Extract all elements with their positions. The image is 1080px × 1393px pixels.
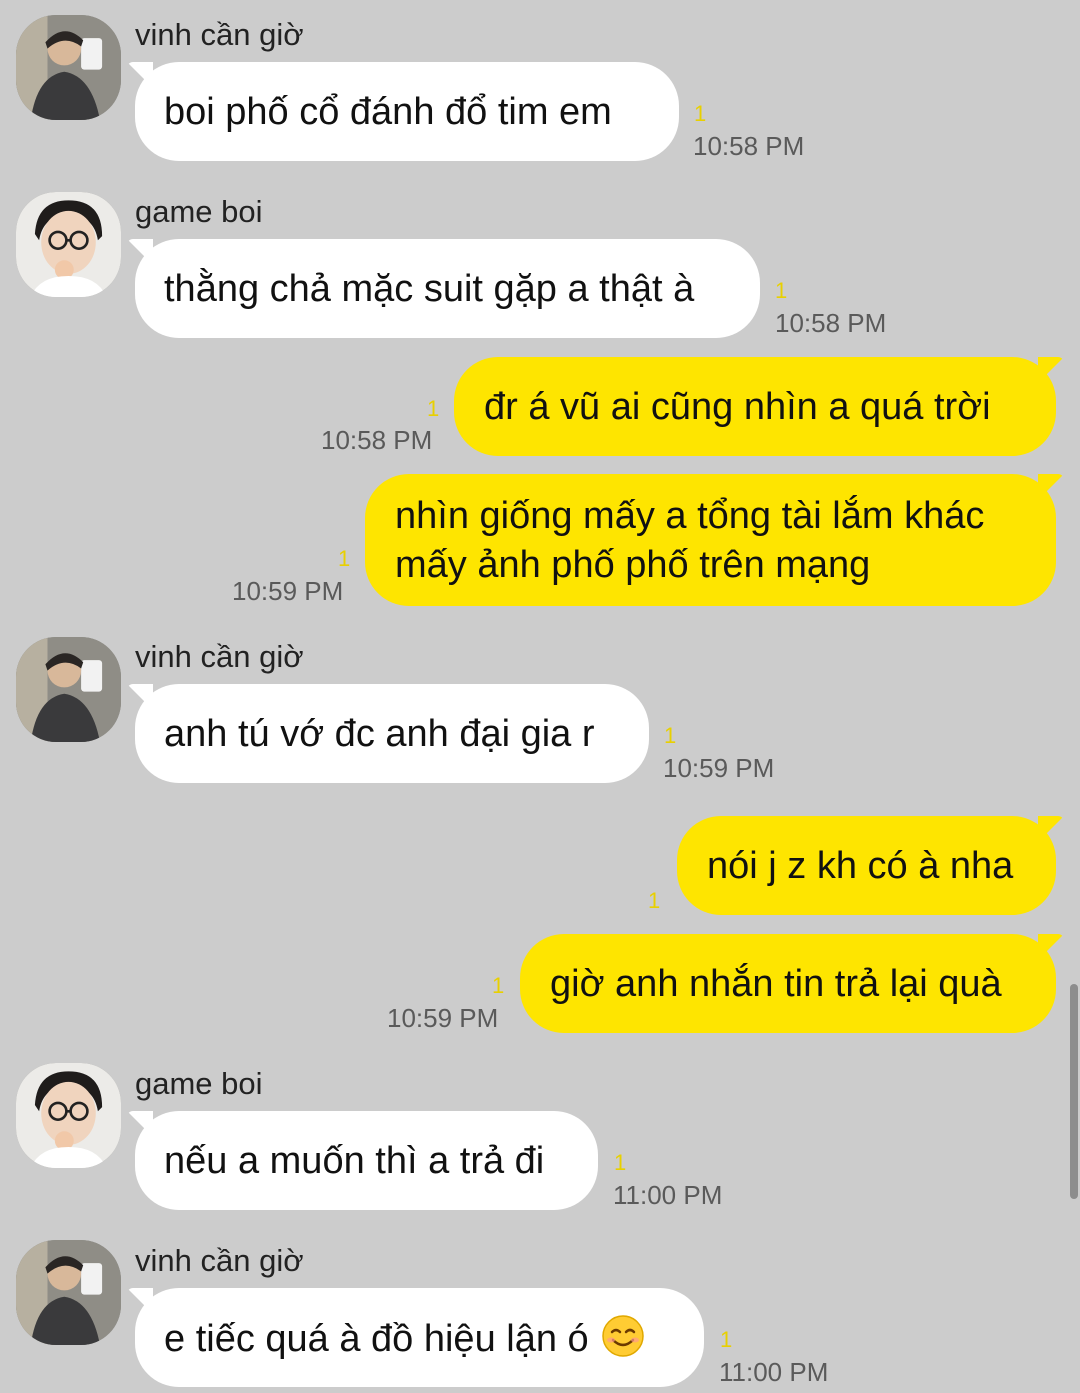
message-bubble-incoming[interactable]: boi phố cổ đánh đổ tim em [135,62,679,161]
avatar-game-boi-photo-icon [16,192,121,297]
message-bubble-outgoing[interactable]: giờ anh nhắn tin trả lại quà [520,934,1056,1033]
message-timestamp: 10:58 PM [693,131,805,161]
chat-thread[interactable]: vinh cần giờ boi phố cổ đánh đổ tim em 1… [0,0,1080,1393]
message-timestamp: 10:59 PM [387,1003,499,1033]
unread-count: 1 [427,396,440,421]
message-text-line: nhìn giống mấy a tổng tài lắm khác [395,495,985,537]
message-text: boi phố cổ đánh đổ tim em [164,91,612,133]
unread-count: 1 [720,1327,733,1352]
message-text-line: mấy ảnh phố phố trên mạng [395,544,871,586]
avatar-game-boi[interactable] [16,1063,121,1168]
scrollbar-thumb[interactable] [1070,984,1078,1199]
unread-count: 1 [614,1150,627,1175]
unread-count: 1 [338,546,351,571]
avatar-vinh-photo-icon [16,637,121,742]
message-timestamp: 10:58 PM [775,308,887,338]
message-bubble-incoming[interactable]: nếu a muốn thì a trả đi [135,1111,598,1210]
unread-count: 1 [664,723,677,748]
message-timestamp: 10:58 PM [321,425,433,455]
message-text: thằng chả mặc suit gặp a thật à [164,268,695,310]
message-text: nếu a muốn thì a trả đi [164,1140,545,1182]
message-text: nói j z kh có à nha [707,845,1014,887]
avatar-game-boi[interactable] [16,192,121,297]
message-bubble-outgoing[interactable]: đr á vũ ai cũng nhìn a quá trời [454,357,1056,456]
sender-name: vinh cần giờ [135,17,304,52]
message-bubble-outgoing[interactable]: nói j z kh có à nha [677,816,1056,915]
message-timestamp: 10:59 PM [232,576,344,606]
unread-count: 1 [775,278,788,303]
avatar-vinh-photo-icon [16,1240,121,1345]
avatar-vinh[interactable] [16,15,121,120]
message-timestamp: 11:00 PM [719,1357,829,1387]
message-bubble-incoming[interactable]: thằng chả mặc suit gặp a thật à [135,239,760,338]
sender-name: vinh cần giờ [135,639,304,674]
message-text: anh tú vớ đc anh đại gia r [164,713,595,755]
unread-count: 1 [648,888,661,913]
message-text: e tiếc quá à đồ hiệu lận ó [164,1318,589,1360]
unread-count: 1 [492,973,505,998]
unread-count: 1 [694,101,707,126]
message-timestamp: 10:59 PM [663,753,775,783]
smiling-face-icon [602,1315,644,1357]
message-bubble-incoming[interactable]: e tiếc quá à đồ hiệu lận ó [135,1288,704,1387]
avatar-vinh-photo-icon [16,15,121,120]
message-bubble-outgoing[interactable]: nhìn giống mấy a tổng tài lắm khác mấy ả… [365,474,1056,606]
message-text: đr á vũ ai cũng nhìn a quá trời [484,386,991,428]
avatar-vinh[interactable] [16,1240,121,1345]
sender-name: vinh cần giờ [135,1243,304,1278]
sender-name: game boi [135,194,263,229]
avatar-game-boi-photo-icon [16,1063,121,1168]
message-text: giờ anh nhắn tin trả lại quà [550,963,1002,1005]
message-timestamp: 11:00 PM [613,1180,723,1210]
sender-name: game boi [135,1066,263,1101]
message-bubble-incoming[interactable]: anh tú vớ đc anh đại gia r [135,684,649,783]
avatar-vinh[interactable] [16,637,121,742]
